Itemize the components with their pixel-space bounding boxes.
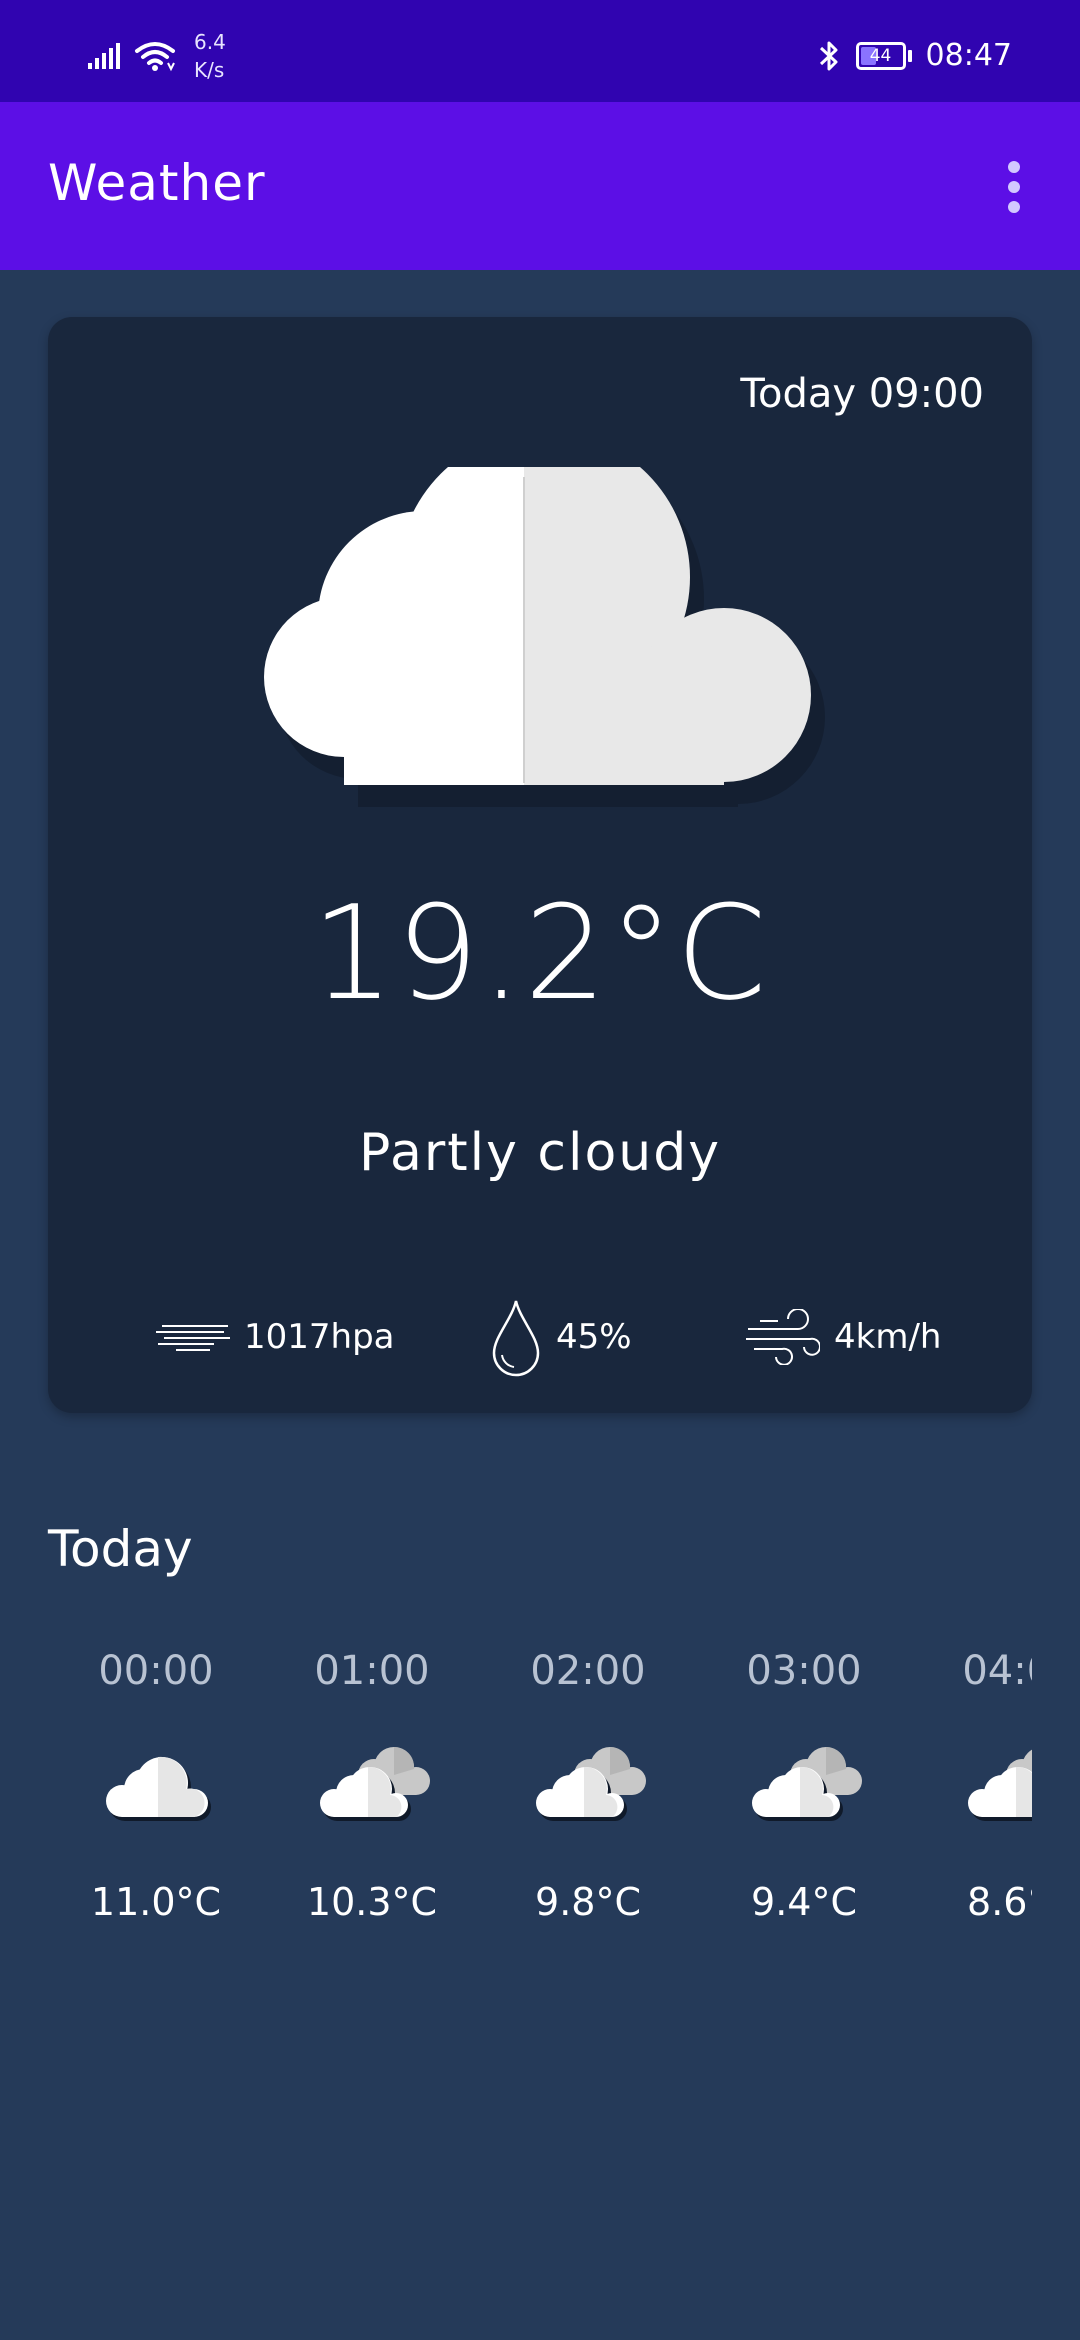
wind-metric: 4km/h [744,1292,941,1382]
section-title-today: Today [48,1520,193,1578]
cloudy-icon [968,1749,1032,1821]
battery-level: 44 [869,45,892,66]
cloudy-icon [752,1746,862,1821]
status-right: 44 08:47 [816,38,1012,73]
hour-time: 01:00 [314,1648,430,1694]
weather-condition: Partly cloudy [359,1123,721,1183]
hour-time: 03:00 [746,1648,862,1694]
humidity-value: 45% [556,1317,632,1357]
pressure-icon [156,1325,230,1351]
wind-value: 4km/h [834,1317,942,1357]
humidity-metric: 45% [490,1292,632,1382]
status-bar: 6.4 K/s 44 08:47 [0,0,1080,102]
hour-time: 00:00 [98,1648,214,1694]
current-weather-card[interactable]: Today 09:00 19.2°C Partly cloudy 1017hpa… [48,317,1032,1413]
hour-temperature: 10.3°C [306,1880,438,1924]
hour-temperature: 9.4°C [751,1880,857,1924]
cloudy-icon [536,1746,646,1821]
cloud-icon [106,1756,211,1821]
hourly-item[interactable]: 04:00 8.6°C [912,1640,1032,1940]
wind-icon [746,1309,820,1365]
hourly-item[interactable]: 00:00 11.0°C [48,1640,264,1940]
pressure-metric: 1017hpa [154,1292,395,1382]
app-bar: Weather [0,102,1080,270]
network-speed: 6.4 K/s [194,28,226,84]
wifi-icon [135,42,175,72]
battery-icon: 44 [855,41,906,70]
hourly-item[interactable]: 02:00 9.8°C [480,1640,696,1940]
more-vertical-icon-dot [1008,201,1020,213]
hour-time: 02:00 [530,1648,646,1694]
current-temperature: 19.2°C [311,877,769,1029]
hour-temperature: 8.6°C [967,1880,1032,1924]
hour-temperature: 11.0°C [90,1880,222,1924]
more-vertical-icon-dot [1008,181,1020,193]
hour-temperature: 9.8°C [535,1880,641,1924]
network-speed-unit: K/s [194,58,225,82]
weather-metrics: 1017hpa 45% 4km/h [48,1292,1032,1382]
status-left: 6.4 K/s [86,28,226,84]
network-speed-value: 6.4 [194,30,226,54]
app-title: Weather [48,154,266,212]
status-clock: 08:47 [925,38,1012,73]
hourly-item[interactable]: 03:00 9.4°C [696,1640,912,1940]
signal-icon [88,43,120,69]
observation-time: Today 09:00 [740,371,984,417]
hour-time: 04:00 [962,1648,1032,1694]
partly-cloudy-icon [264,467,825,807]
pressure-value: 1017hpa [244,1317,395,1357]
cloudy-icon [320,1746,430,1821]
more-options-button[interactable] [984,152,1044,222]
droplet-icon [492,1300,540,1377]
hourly-item[interactable]: 01:00 10.3°C [264,1640,480,1940]
more-vertical-icon [1008,161,1020,173]
hourly-forecast-list[interactable]: 00:00 11.0°C 01:00 10.3°C 02:00 9.8°C 03… [48,1640,1032,1940]
bluetooth-icon [819,41,838,70]
battery-tip [907,49,912,62]
